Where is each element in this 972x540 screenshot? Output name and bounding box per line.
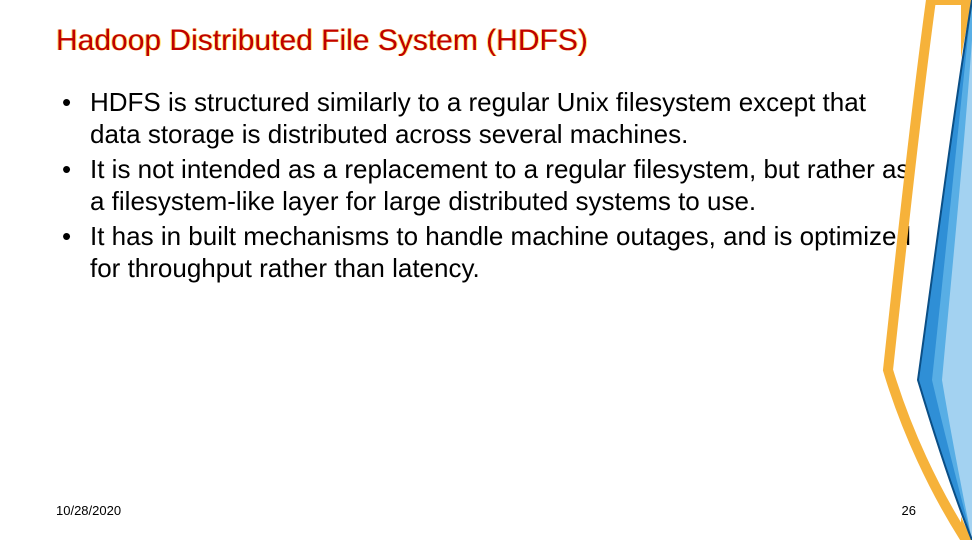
bullet-item: HDFS is structured similarly to a regula… xyxy=(56,86,916,151)
footer-page-number: 26 xyxy=(902,503,916,518)
slide-title: Hadoop Distributed File System (HDFS) xyxy=(56,22,916,60)
bullet-item: It has in built mechanisms to handle mac… xyxy=(56,220,916,285)
slide-container: Hadoop Distributed File System (HDFS) HD… xyxy=(0,0,972,540)
footer-date: 10/28/2020 xyxy=(56,503,121,518)
bullet-list: HDFS is structured similarly to a regula… xyxy=(56,86,916,285)
bullet-item: It is not intended as a replacement to a… xyxy=(56,153,916,218)
slide-body: HDFS is structured similarly to a regula… xyxy=(56,86,916,285)
